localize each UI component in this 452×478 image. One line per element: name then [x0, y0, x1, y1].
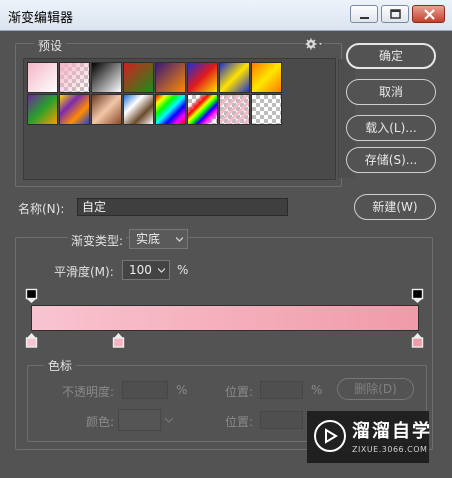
- load-button[interactable]: 载入(L)...: [346, 115, 436, 141]
- gradient-type-label: 渐变类型:: [68, 232, 127, 249]
- gradient-type-select[interactable]: 实底: [129, 229, 188, 249]
- name-field[interactable]: 自定: [77, 198, 288, 216]
- play-logo-icon: [314, 420, 346, 452]
- preset-swatch[interactable]: [91, 62, 122, 93]
- presets-label: 预设: [34, 37, 67, 54]
- name-label: 名称(N):: [18, 202, 65, 216]
- close-icon: [424, 9, 435, 20]
- preset-swatch[interactable]: [219, 94, 250, 125]
- color-stop-right[interactable]: [411, 332, 425, 349]
- preset-swatch[interactable]: [27, 62, 58, 93]
- gradient-editor-window: 渐变编辑器 预设 确定 取消 载入(L)... 存储(S)... 名称(N): …: [0, 0, 452, 478]
- gear-icon: [305, 38, 322, 50]
- smoothness-value: 100: [129, 263, 152, 277]
- preset-swatch[interactable]: [91, 94, 122, 125]
- color-stop-middle[interactable]: [112, 332, 126, 349]
- gradient-type-value: 实底: [136, 232, 161, 246]
- preset-swatch[interactable]: [219, 62, 250, 93]
- opacity-label: 不透明度:: [62, 385, 115, 399]
- opacity-location-unit: %: [311, 383, 323, 397]
- preset-swatch[interactable]: [123, 94, 154, 125]
- preset-swatch[interactable]: [251, 94, 282, 125]
- watermark-url: ZIXUE.3066.COM: [352, 445, 428, 454]
- smoothness-label: 平滑度(M):: [54, 265, 114, 279]
- opacity-unit: %: [176, 383, 188, 397]
- preset-swatch[interactable]: [59, 62, 90, 93]
- close-button[interactable]: [412, 5, 445, 23]
- preset-swatch[interactable]: [155, 62, 186, 93]
- preset-swatch[interactable]: [187, 62, 218, 93]
- watermark-name: 溜溜自学: [352, 421, 432, 442]
- smoothness-unit: %: [177, 263, 189, 277]
- delete-button[interactable]: 删除(D): [337, 378, 414, 400]
- preset-swatch[interactable]: [187, 94, 218, 125]
- chevron-down-icon: [158, 268, 165, 273]
- minimize-button[interactable]: [350, 5, 378, 23]
- color-location-field[interactable]: [260, 411, 303, 429]
- watermark: 溜溜自学 ZIXUE.3066.COM: [307, 411, 432, 463]
- preset-swatch[interactable]: [27, 94, 58, 125]
- gradient-preview-bar[interactable]: [31, 305, 419, 331]
- color-swatch[interactable]: [118, 409, 161, 431]
- color-location-label: 位置:: [225, 415, 254, 429]
- ok-button[interactable]: 确定: [346, 43, 436, 69]
- cancel-button[interactable]: 取消: [346, 79, 436, 105]
- preset-swatch[interactable]: [59, 94, 90, 125]
- preset-swatch[interactable]: [251, 62, 282, 93]
- stops-label: 色标: [44, 357, 77, 374]
- new-button[interactable]: 新建(W): [354, 194, 436, 220]
- minimize-icon: [360, 17, 369, 19]
- maximize-icon: [390, 9, 401, 19]
- smoothness-select[interactable]: 100: [122, 260, 170, 280]
- opacity-stop-right[interactable]: [411, 288, 425, 304]
- presets-settings-button[interactable]: [304, 37, 324, 51]
- presets-list: [23, 58, 355, 180]
- color-stop-left[interactable]: [25, 332, 39, 349]
- opacity-field[interactable]: [122, 381, 168, 399]
- color-label: 颜色:: [86, 415, 115, 429]
- maximize-button[interactable]: [381, 5, 409, 23]
- window-title: 渐变编辑器: [8, 11, 74, 26]
- preset-swatch[interactable]: [155, 94, 186, 125]
- opacity-location-field[interactable]: [260, 381, 303, 399]
- title-bar[interactable]: 渐变编辑器: [0, 0, 452, 31]
- opacity-stop-left[interactable]: [25, 288, 39, 304]
- preset-swatch[interactable]: [123, 62, 154, 93]
- opacity-location-label: 位置:: [225, 385, 254, 399]
- chevron-down-icon: [176, 237, 183, 242]
- save-button[interactable]: 存储(S)...: [346, 147, 436, 173]
- chevron-down-icon: [165, 417, 173, 423]
